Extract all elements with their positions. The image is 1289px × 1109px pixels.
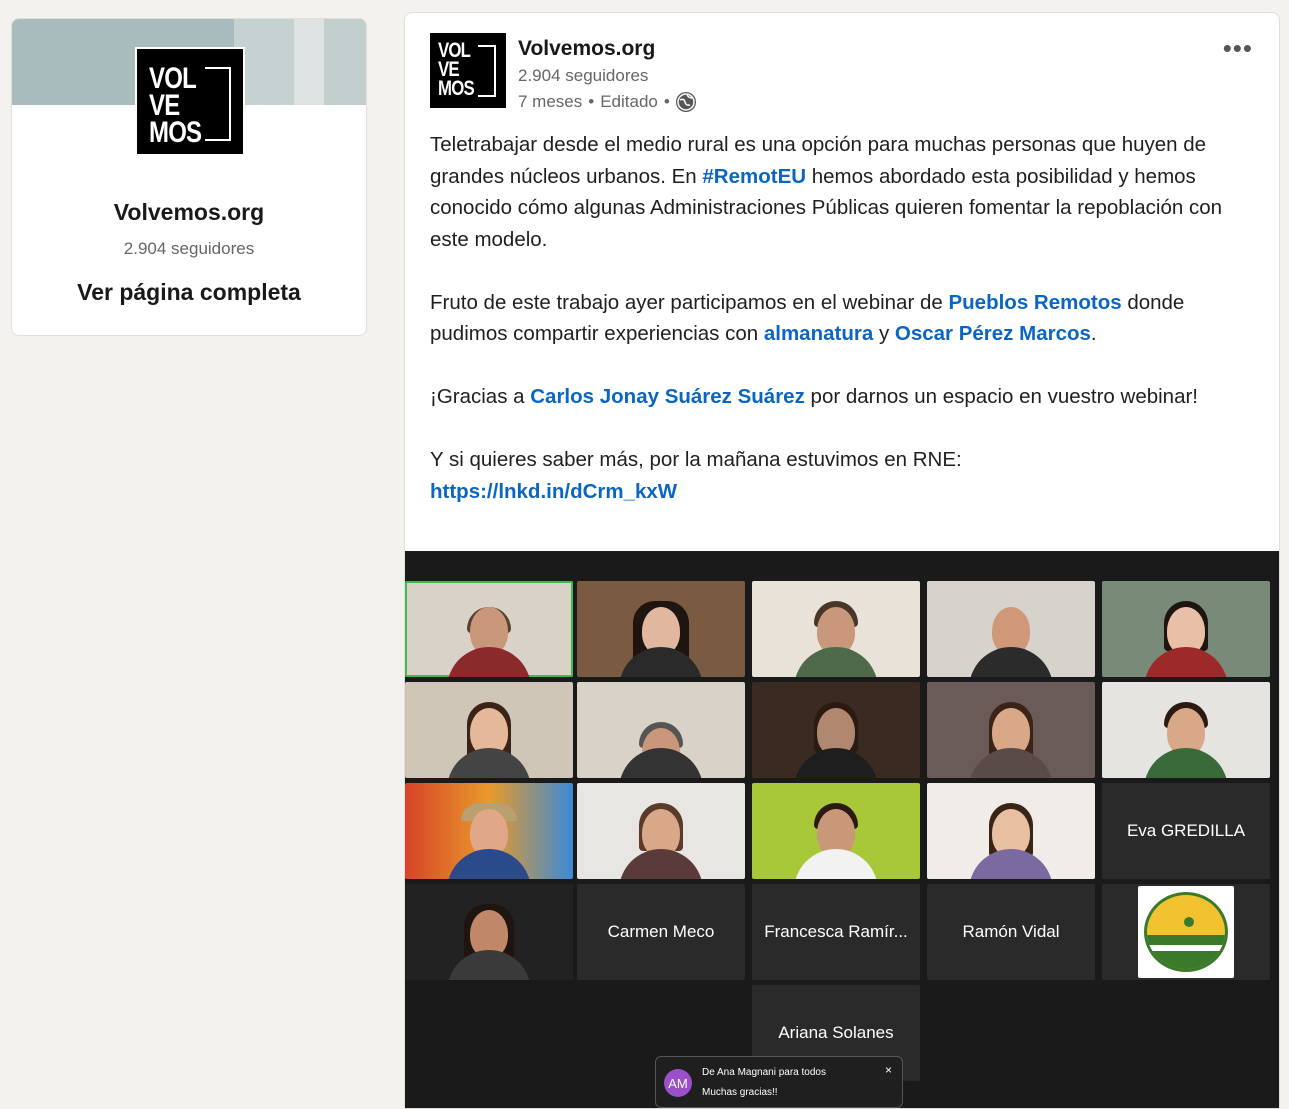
post-edited: Editado: [600, 92, 658, 111]
company-followers: 2.904 seguidores: [123, 239, 255, 258]
participant-name-tile: Ramón Vidal: [927, 884, 1095, 980]
participant-name-tile: Eva GREDILLA: [1102, 783, 1270, 879]
separator: •: [663, 92, 670, 111]
participant-tile: [577, 783, 745, 879]
close-icon: ×: [884, 1063, 892, 1077]
mention-pueblos-remotos[interactable]: Pueblos Remotos: [948, 291, 1121, 314]
paragraph: Fruto de este trabajo ayer participamos …: [430, 290, 1185, 346]
author-followers: 2.904 seguidores: [518, 66, 649, 85]
participant-tile: [405, 682, 573, 778]
avatar: AM: [664, 1069, 692, 1097]
company-card: VOL VE MOS Volvemos.org 2.904 seguidores V…: [11, 18, 367, 336]
author-logo[interactable]: VOL VE MOS: [430, 33, 506, 108]
view-page-link[interactable]: Ver página completa: [12, 279, 366, 306]
more-options-button[interactable]: •••: [1223, 35, 1253, 61]
post-body: Teletrabajar desde el medio rural es una…: [430, 129, 1260, 539]
chat-notification: AM De Ana Magnani para todos Muchas grac…: [655, 1056, 903, 1108]
participant-tile: [405, 581, 573, 677]
participant-tile: [405, 884, 573, 980]
chat-message: Muchas gracias!!: [702, 1087, 778, 1098]
participant-tile: [752, 581, 920, 677]
feed-post: VOL VE MOS Volvemos.org 2.904 seguidores 7…: [404, 12, 1280, 1109]
mention-almanatura[interactable]: almanatura: [764, 322, 873, 345]
paragraph: ¡Gracias a Carlos Jonay Suárez Suárez po…: [430, 385, 1198, 408]
participant-name-tile: Francesca Ramír...: [752, 884, 920, 980]
participant-name-tile: Carmen Meco: [577, 884, 745, 980]
participant-tile: [927, 581, 1095, 677]
hashtag-link[interactable]: #RemotEU: [702, 165, 806, 188]
logo-lettering: VOL VE MOS: [149, 62, 202, 149]
separator: •: [588, 92, 595, 111]
post-meta: 7 meses • Editado •: [518, 92, 696, 112]
participant-tile: [405, 783, 573, 879]
participant-tile: [927, 682, 1095, 778]
author-name[interactable]: Volvemos.org: [518, 37, 655, 61]
participant-tile: [927, 783, 1095, 879]
participant-tile: [1102, 581, 1270, 677]
participant-logo-tile: [1102, 884, 1270, 980]
paragraph: Teletrabajar desde el medio rural es una…: [430, 133, 1222, 251]
external-link[interactable]: https://lnkd.in/dCrm_kxW: [430, 480, 677, 503]
participant-tile: [577, 581, 745, 677]
post-time: 7 meses: [518, 92, 583, 111]
participant-tile: [752, 682, 920, 778]
gal-logo: [1138, 886, 1234, 978]
company-logo[interactable]: VOL VE MOS: [135, 47, 245, 156]
mention-oscar-perez[interactable]: Oscar Pérez Marcos: [895, 322, 1091, 345]
chat-sender: De Ana Magnani para todos: [702, 1067, 826, 1078]
company-name[interactable]: Volvemos.org: [12, 199, 366, 226]
participant-tile: [752, 783, 920, 879]
post-image[interactable]: Eva GREDILLA Carmen Meco Francesca Ramír…: [405, 551, 1279, 1108]
globe-icon: [675, 92, 696, 112]
paragraph: Y si quieres saber más, por la mañana es…: [430, 448, 962, 503]
participant-tile: [577, 682, 745, 778]
logo-lettering: VOL VE MOS: [438, 39, 475, 100]
participant-tile: [1102, 682, 1270, 778]
mention-carlos-jonay[interactable]: Carlos Jonay Suárez Suárez: [530, 385, 805, 408]
